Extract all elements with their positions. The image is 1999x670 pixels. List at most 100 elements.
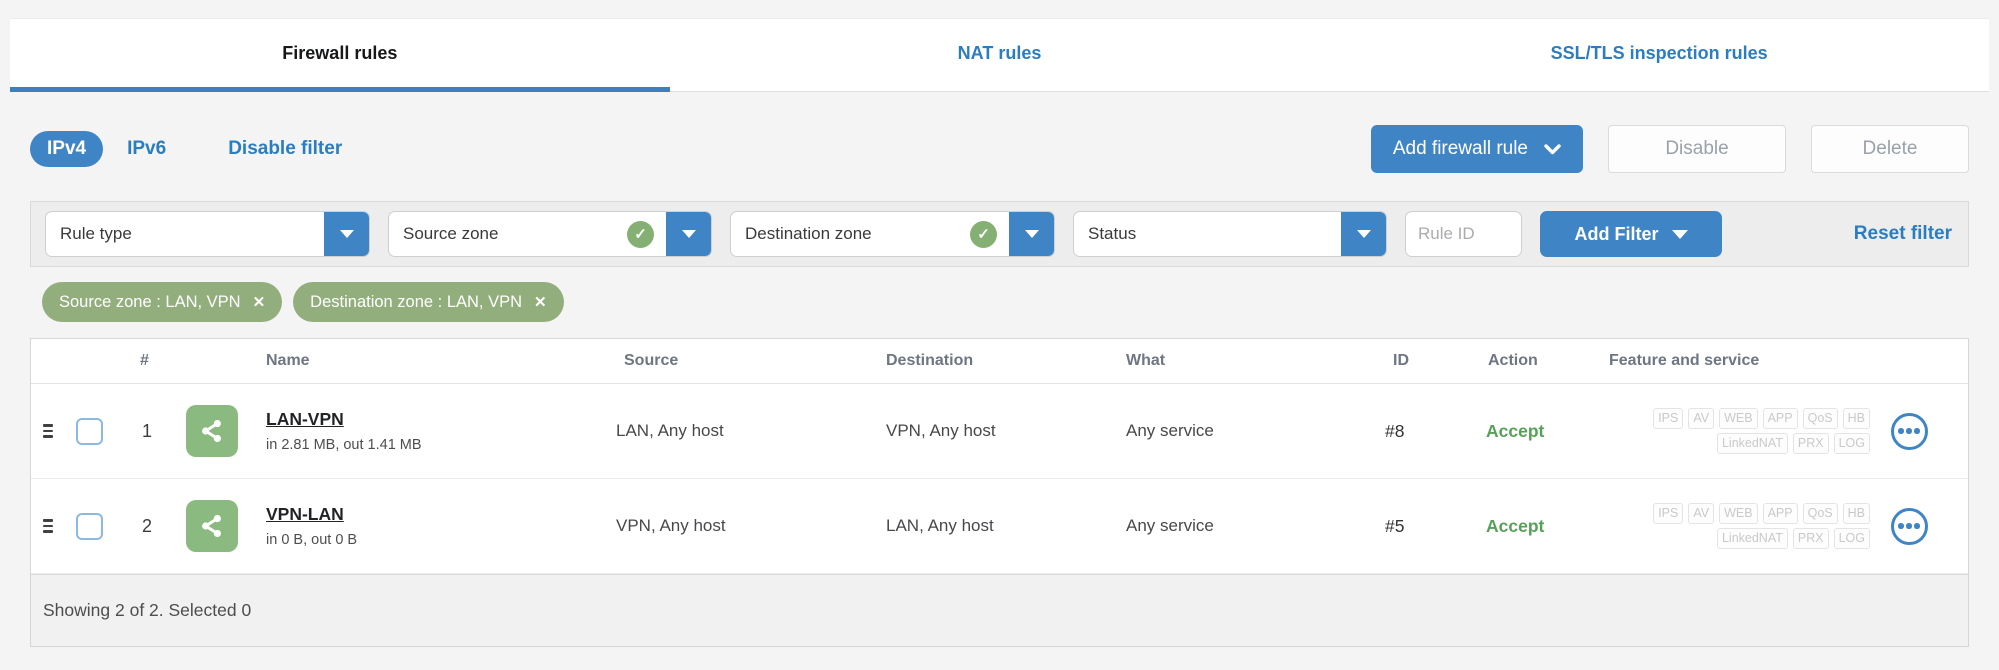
feature-badge: PRX [1792,528,1829,549]
source-zone-dropdown[interactable]: Source zone ✓ [388,211,712,257]
drag-handle-icon[interactable] [43,519,53,533]
feature-badge: LOG [1833,528,1870,549]
row-number: 2 [142,515,153,536]
row-checkbox[interactable] [76,417,103,445]
check-circle-icon: ✓ [970,220,997,248]
caret-down-icon [339,230,354,238]
source-zone-field[interactable]: Source zone ✓ [389,212,666,256]
row-menu-ellipsis-icon[interactable] [1890,412,1928,450]
delete-button[interactable]: Delete [1811,125,1969,173]
header-feature-and-service: Feature and service [1609,352,1760,369]
header-source: Source [624,352,679,369]
firewall-rules-table: # Name Source Destination What ID Action… [30,338,1969,647]
table-row: 2 VPN-LAN in 0 B, out 0 B VPN, Any host [31,479,1968,574]
add-firewall-rule-button[interactable]: Add firewall rule [1370,125,1583,173]
rule-type-caret-button[interactable] [324,212,369,256]
header-destination: Destination [886,352,974,369]
active-filter-chips: Source zone : LAN, VPN ✕ Destination zon… [42,281,1969,323]
rule-what: Any service [1126,421,1214,440]
destination-zone-label: Destination zone [745,224,872,243]
rule-type-dropdown[interactable]: Rule type [45,211,370,257]
filter-bar: Rule type Source zone ✓ Destination zone… [30,201,1969,267]
row-checkbox[interactable] [76,512,103,540]
header-action: Action [1488,352,1538,369]
feature-badge: WEB [1719,503,1758,524]
destination-zone-dropdown[interactable]: Destination zone ✓ [730,211,1055,257]
feature-badge: APP [1762,503,1798,524]
destination-zone-caret-button[interactable] [1009,212,1054,256]
rule-traffic: in 2.81 MB, out 1.41 MB [266,437,422,453]
feature-badge: HB [1842,408,1870,429]
firewall-rules-page: Firewall rules NAT rules SSL/TLS inspect… [0,0,1999,670]
tab-nat-rules[interactable]: NAT rules [670,19,1330,92]
feature-badge: QoS [1802,503,1838,524]
ipv4-toggle[interactable]: IPv4 [30,131,104,167]
feature-badge: PRX [1792,433,1829,454]
rule-action: Accept [1486,420,1545,441]
status-field[interactable]: Status [1074,212,1341,256]
feature-badge: LinkedNAT [1716,433,1788,454]
feature-badge: QoS [1802,408,1838,429]
status-dropdown[interactable]: Status [1073,211,1387,257]
toolbar: IPv4 IPv6 Disable filter Add firewall ru… [30,125,1969,173]
disable-filter-link[interactable]: Disable filter [228,138,342,160]
destination-zone-filter-chip: Destination zone : LAN, VPN ✕ [293,282,564,322]
row-number: 1 [142,420,153,441]
feature-badges: IPS AV WEB APP QoS HB LinkedNAT PRX LOG [1591,503,1876,549]
feature-badges: IPS AV WEB APP QoS HB LinkedNAT PRX LOG [1591,408,1876,454]
feature-badge: IPS [1653,408,1684,429]
destination-zone-field[interactable]: Destination zone ✓ [731,212,1009,256]
caret-down-icon [681,230,696,238]
add-filter-button[interactable]: Add Filter [1540,211,1722,257]
chevron-down-icon [1544,143,1561,154]
feature-badge: AV [1688,408,1715,429]
feature-badge: IPS [1653,503,1684,524]
close-icon[interactable]: ✕ [253,293,266,311]
chip-label: Source zone : LAN, VPN [59,292,241,311]
rule-what: Any service [1126,516,1214,535]
feature-badge: APP [1762,408,1798,429]
feature-badge: LOG [1833,433,1870,454]
feature-badge: WEB [1719,408,1758,429]
header-id: ID [1393,352,1409,369]
table-row: 1 LAN-VPN in 2.81 MB, out 1.41 MB LAN, A… [31,384,1968,479]
header-number: # [140,352,149,369]
chip-label: Destination zone : LAN, VPN [310,292,523,311]
rule-id: #8 [1385,420,1405,441]
header-what: What [1126,352,1166,369]
table-footer-status: Showing 2 of 2. Selected 0 [31,574,1968,646]
rule-destination: VPN, Any host [886,421,996,440]
feature-badge: LinkedNAT [1716,528,1788,549]
rule-name-link[interactable]: LAN-VPN [266,409,344,430]
check-circle-icon: ✓ [627,220,654,248]
rule-source: LAN, Any host [616,421,724,440]
status-caret-button[interactable] [1341,212,1386,256]
status-label: Status [1088,224,1137,243]
close-icon[interactable]: ✕ [534,293,547,311]
rule-destination: LAN, Any host [886,516,994,535]
rule-type-field[interactable]: Rule type [46,212,324,256]
rule-name-link[interactable]: VPN-LAN [266,504,344,525]
rule-type-share-icon[interactable] [186,500,238,552]
ipv6-toggle[interactable]: IPv6 [127,138,166,160]
rule-type-share-icon[interactable] [186,405,238,457]
reset-filter-link[interactable]: Reset filter [1854,223,1954,245]
feature-badge: AV [1688,503,1715,524]
caret-down-icon [1024,230,1039,238]
row-menu-ellipsis-icon[interactable] [1890,507,1928,545]
rule-action: Accept [1486,515,1545,536]
rule-traffic: in 0 B, out 0 B [266,532,358,548]
rule-id-input[interactable] [1405,211,1522,257]
tab-firewall-rules[interactable]: Firewall rules [10,19,670,92]
rule-type-label: Rule type [60,224,132,243]
source-zone-caret-button[interactable] [666,212,711,256]
table-header: # Name Source Destination What ID Action… [31,339,1968,384]
top-tab-bar: Firewall rules NAT rules SSL/TLS inspect… [10,18,1989,92]
add-firewall-rule-label: Add firewall rule [1392,138,1528,159]
rule-id: #5 [1385,515,1405,536]
add-filter-label: Add Filter [1574,223,1659,244]
drag-handle-icon[interactable] [43,424,53,438]
feature-badge: HB [1842,503,1870,524]
tab-ssl-tls-inspection-rules[interactable]: SSL/TLS inspection rules [1329,19,1989,92]
disable-button[interactable]: Disable [1608,125,1786,173]
